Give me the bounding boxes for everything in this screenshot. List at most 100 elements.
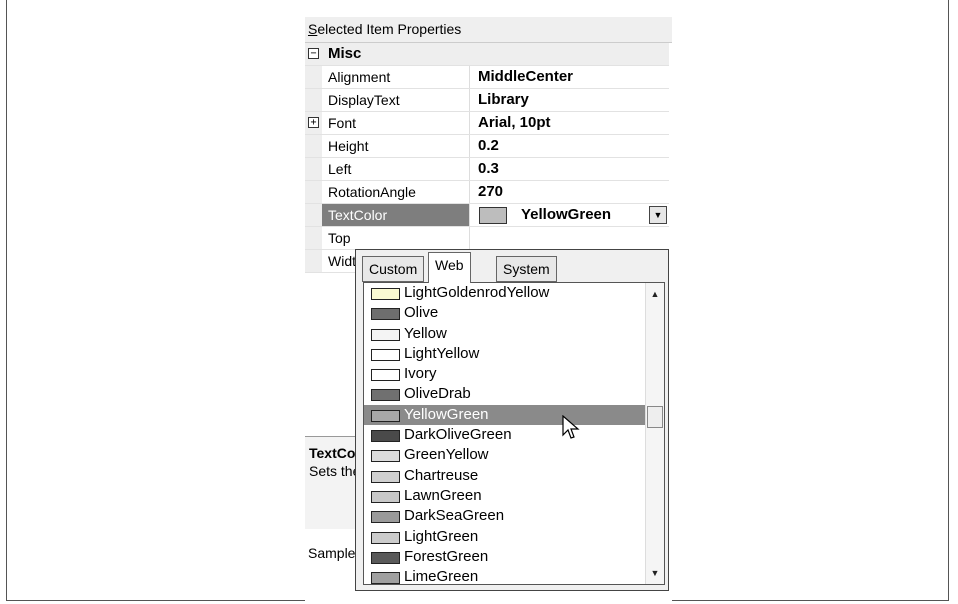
pane-title-mnemonic: S — [308, 21, 318, 37]
color-option[interactable]: ForestGreen — [364, 547, 646, 567]
color-swatch — [371, 551, 400, 564]
color-name: Chartreuse — [404, 466, 479, 484]
chevron-down-icon[interactable]: ▼ — [649, 206, 667, 224]
property-value-editor[interactable]: YellowGreen ▼ — [475, 204, 669, 226]
property-row-displaytext[interactable]: DisplayText Library — [305, 89, 669, 112]
row-gutter — [305, 204, 322, 226]
color-name: Olive — [404, 304, 439, 322]
color-option[interactable]: LightGreen — [364, 527, 646, 547]
property-grid: − Misc Alignment MiddleCenter DisplayTex… — [305, 43, 669, 273]
color-swatch — [371, 369, 400, 382]
property-row-alignment[interactable]: Alignment MiddleCenter — [305, 66, 669, 89]
tab-system[interactable]: System — [496, 256, 557, 282]
color-option[interactable]: Olive — [364, 303, 646, 323]
color-name: Yellow — [404, 324, 447, 342]
property-name: TextColor — [322, 204, 470, 226]
color-list-items: LightGoldenrodYellow Olive Yellow LightYell… — [364, 283, 646, 585]
property-name: Left — [322, 158, 470, 180]
color-name: YellowGreen — [404, 405, 489, 423]
color-swatch — [371, 409, 400, 422]
color-swatch — [371, 531, 400, 544]
category-label: Misc — [328, 45, 362, 62]
color-swatch — [371, 470, 400, 483]
color-name: LightGoldenrodYellow — [404, 284, 550, 301]
property-name: Top — [322, 227, 470, 249]
color-swatch — [479, 207, 507, 224]
color-option[interactable]: OliveDrab — [364, 384, 646, 404]
collapse-icon[interactable]: − — [308, 48, 319, 59]
row-gutter — [305, 227, 322, 249]
color-swatch — [371, 308, 400, 321]
color-name: DarkSeaGreen — [404, 507, 505, 525]
mouse-pointer-icon — [562, 415, 580, 439]
property-value[interactable]: 270 — [475, 181, 669, 203]
property-value[interactable]: MiddleCenter — [475, 66, 669, 88]
color-name: LightGreen — [404, 527, 479, 545]
property-name: Font — [322, 112, 470, 134]
color-list[interactable]: LightGoldenrodYellow Olive Yellow LightYell… — [363, 282, 665, 585]
color-option[interactable]: LightYellow — [364, 344, 646, 364]
color-name: LawnGreen — [404, 486, 482, 504]
row-gutter — [305, 181, 322, 203]
color-swatch — [371, 288, 400, 300]
expand-icon[interactable]: + — [308, 117, 319, 128]
property-value[interactable]: 0.3 — [475, 158, 669, 180]
property-name: RotationAngle — [322, 181, 470, 203]
scroll-thumb[interactable] — [647, 406, 663, 428]
category-misc[interactable]: − Misc — [305, 43, 669, 66]
row-gutter — [305, 135, 322, 157]
property-row-textcolor[interactable]: TextColor YellowGreen ▼ — [305, 204, 669, 227]
color-picker-dropdown: Custom Web System LightGoldenrodYellow Ol… — [355, 249, 669, 591]
row-gutter — [305, 89, 322, 111]
color-option[interactable]: Ivory — [364, 364, 646, 384]
property-value[interactable]: Library — [475, 89, 669, 111]
color-option[interactable]: YellowGreen — [364, 404, 646, 426]
color-swatch — [371, 572, 400, 584]
property-value: YellowGreen — [521, 206, 612, 223]
color-swatch — [371, 389, 400, 402]
pane-title-text: elected Item Properties — [317, 21, 462, 37]
color-swatch — [371, 348, 400, 361]
property-name: Alignment — [322, 66, 470, 88]
color-swatch — [371, 490, 400, 503]
pane-title: Selected Item Properties — [305, 17, 672, 43]
row-gutter — [305, 158, 322, 180]
property-name: Height — [322, 135, 470, 157]
color-option[interactable]: Yellow — [364, 324, 646, 344]
color-swatch — [371, 430, 400, 443]
color-option[interactable]: LawnGreen — [364, 486, 646, 506]
scroll-up-icon[interactable]: ▲ — [646, 285, 664, 303]
color-option[interactable]: Chartreuse — [364, 466, 646, 486]
color-name: LightYellow — [404, 344, 480, 362]
row-gutter — [305, 66, 322, 88]
tab-web[interactable]: Web — [428, 252, 471, 283]
color-name: GreenYellow — [404, 446, 489, 464]
color-name: ForestGreen — [404, 547, 489, 565]
scrollbar[interactable]: ▲ ▼ — [645, 283, 664, 584]
property-row-height[interactable]: Height 0.2 — [305, 135, 669, 158]
color-option[interactable]: LightGoldenrodYellow — [364, 283, 646, 303]
property-value[interactable]: Arial, 10pt — [475, 112, 669, 134]
description-text: Sets the — [309, 463, 361, 479]
color-name: LimeGreen — [404, 568, 479, 585]
color-swatch — [371, 511, 400, 524]
row-gutter — [305, 250, 322, 272]
color-swatch — [371, 328, 400, 341]
property-row-left[interactable]: Left 0.3 — [305, 158, 669, 181]
color-option[interactable]: GreenYellow — [364, 445, 646, 465]
color-option[interactable]: LimeGreen — [364, 567, 646, 585]
property-name: DisplayText — [322, 89, 470, 111]
tab-custom[interactable]: Custom — [362, 256, 425, 282]
color-swatch — [371, 450, 400, 463]
color-name: Ivory — [404, 365, 437, 383]
color-name: OliveDrab — [404, 385, 471, 403]
property-row-rotationangle[interactable]: RotationAngle 270 — [305, 181, 669, 204]
property-row-font[interactable]: + Font Arial, 10pt — [305, 112, 669, 135]
color-option[interactable]: DarkOliveGreen — [364, 425, 646, 445]
property-row-top[interactable]: Top — [305, 227, 669, 250]
property-value[interactable]: 0.2 — [475, 135, 669, 157]
sample-label: Sample — [308, 545, 356, 561]
color-option[interactable]: DarkSeaGreen — [364, 506, 646, 526]
color-name: DarkOliveGreen — [404, 426, 512, 444]
scroll-down-icon[interactable]: ▼ — [646, 564, 664, 582]
